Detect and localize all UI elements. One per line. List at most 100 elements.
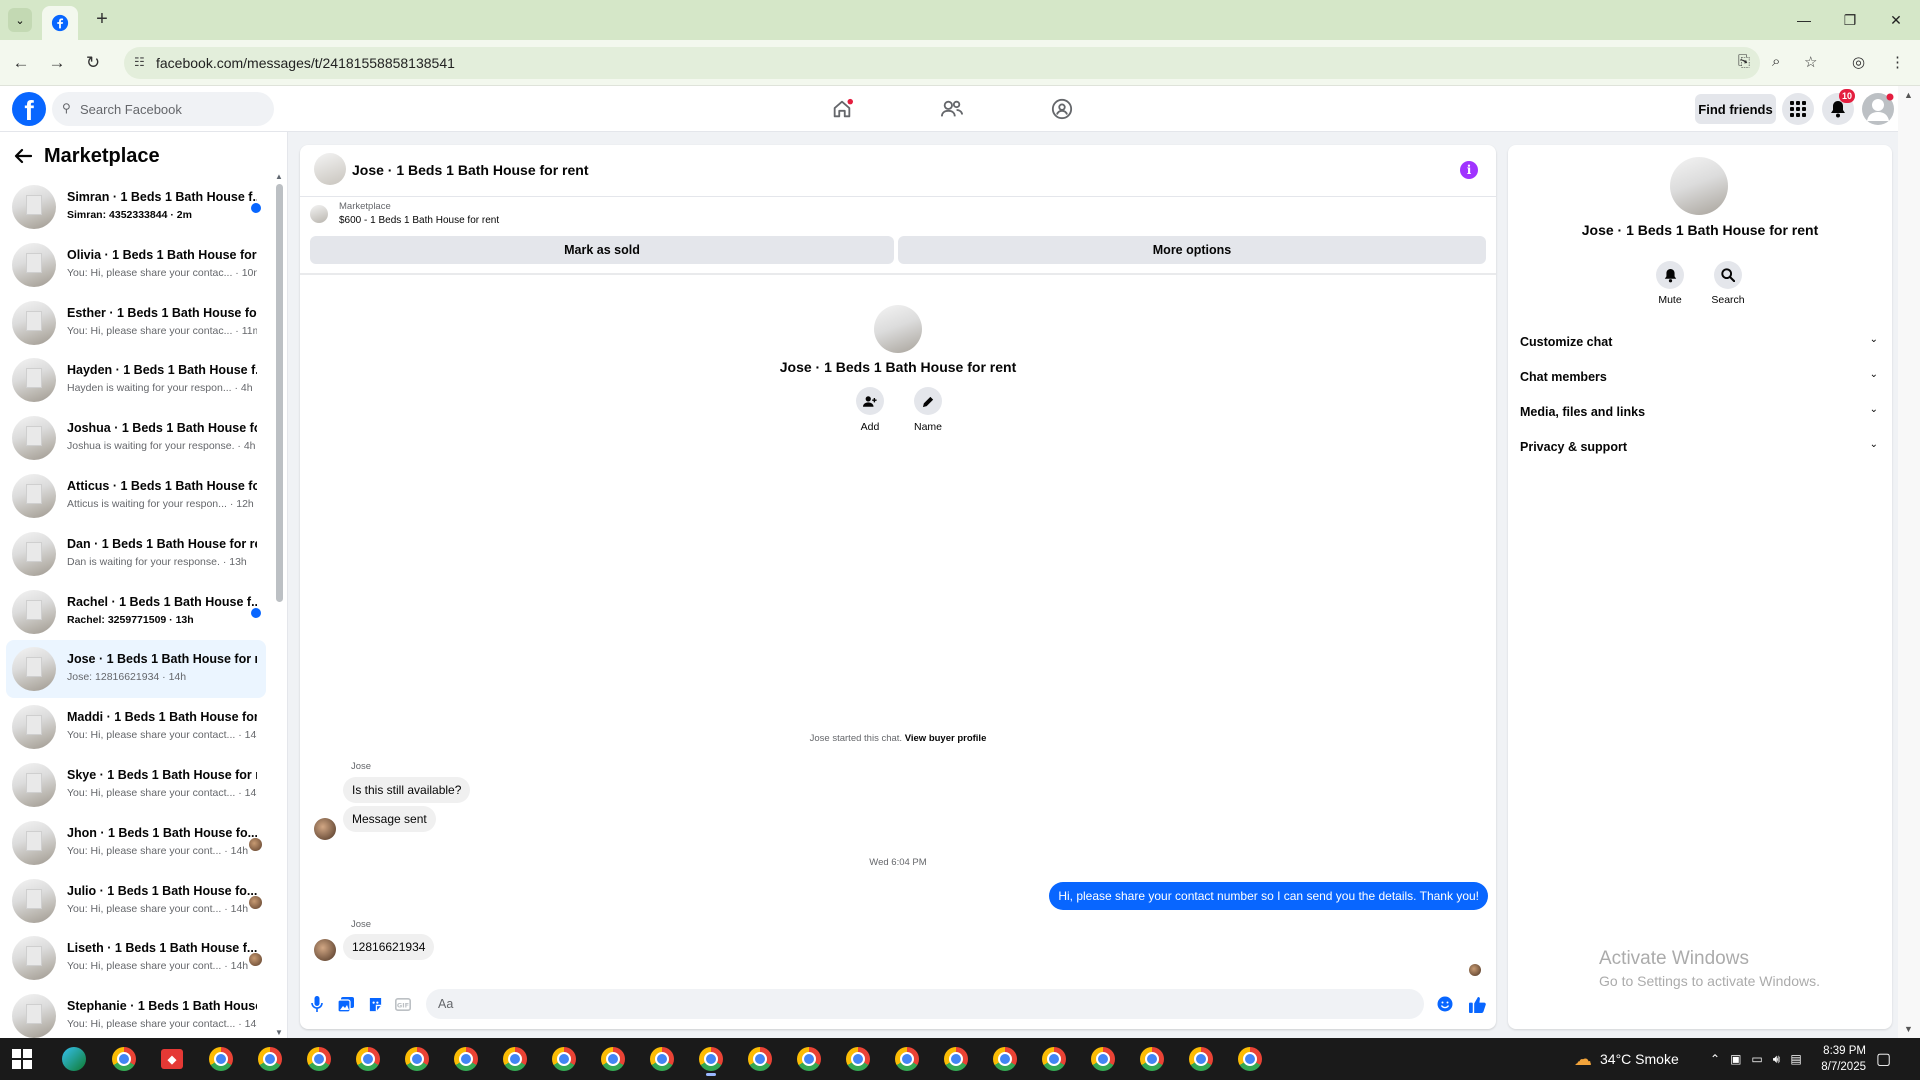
incoming-message[interactable]: Message sent	[343, 806, 436, 832]
tab-search-dropdown-icon[interactable]: ⌄	[8, 8, 32, 32]
taskbar-chrome[interactable]	[299, 1045, 339, 1073]
microphone-icon[interactable]	[308, 995, 326, 1013]
conversation-item-rachel[interactable]: Rachel · 1 Beds 1 Bath House f... Rachel:…	[6, 583, 266, 641]
tray-chevron-up-icon[interactable]: ⌃	[1710, 1052, 1720, 1066]
section-customize-chat[interactable]: Customize chat ⌄	[1520, 325, 1880, 360]
browser-tab-facebook[interactable]	[42, 6, 78, 40]
scroll-up-arrow-icon[interactable]: ▲	[1904, 90, 1913, 100]
weather-widget[interactable]: ☁ 34°C Smoke	[1574, 1038, 1679, 1080]
info-icon[interactable]: i	[1460, 161, 1478, 179]
taskbar-clock[interactable]: 8:39 PM 8/7/2025	[1786, 1043, 1866, 1075]
taskbar-chrome[interactable]	[446, 1045, 486, 1073]
taskbar-anydesk[interactable]: ◆	[152, 1045, 192, 1073]
conversation-item-simran[interactable]: Simran · 1 Beds 1 Bath House f... Simran:…	[6, 178, 266, 236]
more-options-button[interactable]: More options	[898, 236, 1486, 264]
sender-avatar[interactable]	[314, 939, 336, 961]
taskbar-chrome[interactable]	[789, 1045, 829, 1073]
taskbar-chrome[interactable]	[593, 1045, 633, 1073]
folder-icon[interactable]: ▭	[1751, 1052, 1762, 1066]
conversation-item-jose[interactable]: Jose · 1 Beds 1 Bath House for r... Jose:…	[6, 640, 266, 699]
conversation-item-hayden[interactable]: Hayden · 1 Beds 1 Bath House f... Hayden …	[6, 351, 266, 409]
url-text[interactable]: facebook.com/messages/t/2418155885813854…	[156, 55, 455, 71]
gif-icon[interactable]: GIF	[394, 995, 412, 1013]
conversation-item-esther[interactable]: Esther · 1 Beds 1 Bath House for ... You:…	[6, 294, 266, 352]
search-box[interactable]: ⚲	[52, 92, 274, 126]
scroll-down-arrow-icon[interactable]: ▼	[275, 1028, 283, 1037]
like-thumb-icon[interactable]	[1468, 995, 1486, 1013]
taskbar-chrome[interactable]	[1132, 1045, 1172, 1073]
nav-friends[interactable]	[934, 94, 970, 124]
profile-avatar[interactable]	[1670, 157, 1728, 215]
sidebar-scrollbar[interactable]: ▲ ▼	[274, 172, 284, 1038]
section-media-files-links[interactable]: Media, files and links ⌄	[1520, 395, 1880, 430]
conversation-item-liseth[interactable]: Liseth · 1 Beds 1 Bath House f... You: Hi…	[6, 929, 266, 987]
page-scrollbar[interactable]: ▲ ▼	[1898, 86, 1920, 1038]
nav-home[interactable]	[824, 94, 860, 124]
find-friends-button[interactable]: Find friends	[1695, 94, 1776, 124]
taskbar-chrome[interactable]	[1230, 1045, 1270, 1073]
reload-icon[interactable]: ↻	[80, 50, 106, 76]
taskbar-chrome[interactable]	[740, 1045, 780, 1073]
search-input[interactable]	[80, 98, 266, 120]
taskbar-chrome[interactable]	[1083, 1045, 1123, 1073]
sender-avatar[interactable]	[314, 818, 336, 840]
mute-button[interactable]: Mute	[1642, 261, 1698, 306]
chat-avatar[interactable]	[314, 153, 346, 185]
chat-title[interactable]: Jose · 1 Beds 1 Bath House for rent	[352, 162, 589, 178]
section-chat-members[interactable]: Chat members ⌄	[1520, 360, 1880, 395]
taskbar-chrome[interactable]	[1034, 1045, 1074, 1073]
conversation-item-joshua[interactable]: Joshua · 1 Beds 1 Bath House fo... Joshua…	[6, 409, 266, 467]
install-app-icon[interactable]: ⎘	[1738, 53, 1750, 70]
taskbar-chrome[interactable]	[104, 1045, 144, 1073]
restore-button[interactable]: ❐	[1830, 6, 1870, 34]
conversation-item-atticus[interactable]: Atticus · 1 Beds 1 Bath House fo... Attic…	[6, 467, 266, 525]
windows-start-icon[interactable]	[12, 1049, 32, 1069]
taskbar-edge[interactable]	[54, 1045, 94, 1073]
volume-icon[interactable]: 🔊︎	[1773, 1052, 1781, 1067]
scrollbar-thumb[interactable]	[276, 184, 283, 602]
forward-arrow-icon[interactable]: →	[44, 50, 70, 76]
search-in-conversation-button[interactable]: Search	[1700, 261, 1756, 306]
incoming-message[interactable]: Is this still available?	[343, 777, 471, 803]
mark-as-sold-button[interactable]: Mark as sold	[310, 236, 894, 264]
edit-name-button[interactable]: Name	[898, 387, 958, 433]
emoji-icon[interactable]	[1436, 995, 1454, 1013]
taskbar-chrome[interactable]	[887, 1045, 927, 1073]
view-buyer-profile-link[interactable]: View buyer profile	[905, 733, 987, 744]
taskbar-chrome[interactable]	[201, 1045, 241, 1073]
scroll-down-arrow-icon[interactable]: ▼	[1904, 1024, 1913, 1034]
bookmark-star-icon[interactable]: ☆	[1804, 53, 1817, 71]
zoom-icon[interactable]: ⌕	[1772, 53, 1780, 70]
section-privacy-support[interactable]: Privacy & support ⌄	[1520, 430, 1880, 465]
facebook-logo[interactable]: f	[12, 92, 46, 126]
taskbar-chrome[interactable]	[1181, 1045, 1221, 1073]
nav-groups[interactable]	[1044, 94, 1080, 124]
window-close-button[interactable]: ✕	[1876, 6, 1916, 34]
browser-menu-icon[interactable]: ⋮	[1890, 53, 1905, 71]
conversation-item-maddi[interactable]: Maddi · 1 Beds 1 Bath House for... You: H…	[6, 698, 266, 756]
taskbar-chrome[interactable]	[936, 1045, 976, 1073]
taskbar-chrome-active[interactable]	[691, 1045, 731, 1076]
taskbar-chrome[interactable]	[985, 1045, 1025, 1073]
taskbar-chrome[interactable]	[642, 1045, 682, 1073]
message-input[interactable]	[426, 989, 1424, 1019]
taskbar-chrome[interactable]	[544, 1045, 584, 1073]
conversation-item-olivia[interactable]: Olivia · 1 Beds 1 Bath House for ... You:…	[6, 236, 266, 294]
address-bar[interactable]: ☷ facebook.com/messages/t/24181558858138…	[124, 47, 1760, 79]
add-people-button[interactable]: Add	[840, 387, 900, 433]
new-tab-button[interactable]: +	[90, 8, 114, 32]
account-avatar[interactable]	[1862, 93, 1894, 125]
taskbar-chrome[interactable]	[495, 1045, 535, 1073]
conversation-item-julio[interactable]: Julio · 1 Beds 1 Bath House fo... You: Hi…	[6, 872, 266, 930]
notification-center-icon[interactable]: ▢	[1876, 1038, 1891, 1080]
taskbar-chrome[interactable]	[838, 1045, 878, 1073]
photo-icon[interactable]	[337, 995, 355, 1013]
back-arrow-icon[interactable]: ←	[8, 50, 34, 76]
sticker-icon[interactable]	[366, 995, 384, 1013]
conversation-item-dan[interactable]: Dan · 1 Beds 1 Bath House for re... Dan i…	[6, 525, 266, 583]
conversation-item-skye[interactable]: Skye · 1 Beds 1 Bath House for r... You: …	[6, 756, 266, 814]
menu-button[interactable]	[1782, 93, 1814, 125]
incoming-message[interactable]: 12816621934	[343, 934, 435, 960]
conversation-item-stephanie[interactable]: Stephanie · 1 Beds 1 Bath House... You: H…	[6, 987, 266, 1045]
taskbar-chrome[interactable]	[348, 1045, 388, 1073]
